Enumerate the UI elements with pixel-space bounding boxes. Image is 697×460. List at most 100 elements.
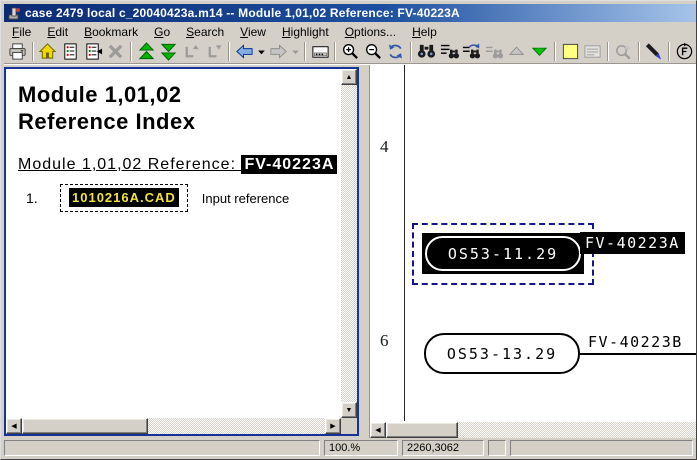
item-code-link[interactable]: 1010216A.CAD bbox=[69, 188, 179, 207]
forward-history-button[interactable] bbox=[290, 40, 301, 63]
zoom-level-panel: 100.% bbox=[324, 439, 398, 456]
menu-help[interactable]: Help bbox=[404, 24, 445, 40]
back-history-button[interactable] bbox=[256, 40, 267, 63]
menu-go[interactable]: Go bbox=[146, 24, 178, 40]
instrument-tag-pill-highlighted[interactable]: OS53-11.29 bbox=[425, 236, 581, 271]
module-reference-label: Module 1,01,02 Reference: bbox=[18, 156, 242, 173]
annotations-button[interactable] bbox=[581, 40, 604, 63]
find-highlight-button[interactable] bbox=[483, 40, 506, 63]
zoom-out-button[interactable] bbox=[362, 40, 385, 63]
menu-bookmark[interactable]: Bookmark bbox=[76, 24, 146, 40]
grid-row-label-4: 4 bbox=[380, 137, 389, 156]
toolbar bbox=[4, 40, 696, 64]
go-top-button[interactable] bbox=[135, 40, 158, 63]
toolbar-separator bbox=[607, 42, 610, 61]
menu-view[interactable]: View bbox=[232, 24, 274, 40]
previous-match-button[interactable] bbox=[506, 40, 529, 63]
toolbar-separator bbox=[668, 42, 671, 61]
zoom-tool-icon bbox=[615, 44, 631, 60]
refresh-button[interactable] bbox=[385, 40, 408, 63]
scroll-thumb[interactable] bbox=[22, 418, 148, 434]
menu-file[interactable]: File bbox=[4, 24, 39, 40]
find-again-button[interactable] bbox=[460, 40, 483, 63]
item-selection-box[interactable]: 1010216A.CAD bbox=[60, 184, 188, 212]
home-button[interactable] bbox=[37, 40, 60, 63]
up-triangle-icon bbox=[509, 46, 525, 55]
binoculars-gray-icon bbox=[485, 46, 503, 59]
forward-arrow-icon bbox=[270, 44, 287, 59]
coordinates-panel: 2260,3062 bbox=[402, 439, 484, 456]
index-heading-line2: Reference Index bbox=[18, 109, 196, 134]
next-match-button[interactable] bbox=[528, 40, 551, 63]
zoom-in-icon bbox=[343, 43, 359, 59]
item-description: Input reference bbox=[201, 190, 290, 206]
menu-edit[interactable]: Edit bbox=[39, 24, 76, 40]
markup-pen-button[interactable] bbox=[643, 40, 666, 63]
scroll-right-button[interactable]: ▶ bbox=[325, 418, 341, 434]
markup-pen-icon bbox=[646, 43, 662, 60]
label-previous-button[interactable] bbox=[180, 40, 203, 63]
scroll-track[interactable] bbox=[341, 85, 357, 402]
instrument-tag-pill[interactable]: OS53-13.29 bbox=[424, 333, 580, 374]
print-button[interactable] bbox=[6, 40, 29, 63]
find-button[interactable] bbox=[415, 40, 438, 63]
main-area: Module 1,01,02 Reference Index Module 1,… bbox=[1, 65, 696, 438]
reference-index-button[interactable] bbox=[59, 40, 82, 63]
home-icon bbox=[39, 43, 57, 59]
window-icon bbox=[311, 46, 329, 58]
status-right-panel bbox=[510, 439, 693, 456]
scroll-left-button[interactable]: ◀ bbox=[370, 422, 386, 438]
left-pane-vertical-scrollbar[interactable]: ▲ ▼ bbox=[341, 69, 357, 418]
view-window-button[interactable] bbox=[309, 40, 332, 63]
find-again-icon bbox=[463, 43, 481, 59]
toolbar-separator bbox=[637, 42, 640, 61]
find-in-list-button[interactable] bbox=[438, 40, 461, 63]
label-next-button[interactable] bbox=[203, 40, 226, 63]
status-small-panel bbox=[488, 439, 506, 456]
back-arrow-icon bbox=[236, 44, 253, 59]
remove-button[interactable] bbox=[104, 40, 127, 63]
status-bar: 100.% 2260,3062 bbox=[1, 438, 696, 457]
leader-line bbox=[578, 353, 696, 355]
down-triangle-icon bbox=[531, 47, 548, 56]
scroll-left-button[interactable]: ◀ bbox=[6, 418, 22, 434]
forward-button[interactable] bbox=[267, 40, 290, 63]
window-title: case 2479 local c_20040423a.m14 -- Modul… bbox=[25, 6, 460, 20]
app-icon bbox=[8, 7, 20, 20]
scroll-up-button[interactable]: ▲ bbox=[341, 69, 357, 85]
toolbar-separator bbox=[31, 42, 34, 61]
menu-highlight[interactable]: Highlight bbox=[274, 24, 337, 40]
reference-index-return-button[interactable] bbox=[82, 40, 105, 63]
print-icon bbox=[9, 43, 26, 60]
toolbar-separator bbox=[228, 42, 231, 61]
double-down-arrow-icon bbox=[161, 43, 177, 61]
rotate-button[interactable] bbox=[673, 40, 696, 63]
highlighted-element-marquee[interactable]: OS53-11.29 bbox=[412, 223, 594, 285]
reference-label[interactable]: FV-40223B bbox=[588, 333, 683, 351]
chevron-down-icon bbox=[258, 50, 265, 55]
go-bottom-button[interactable] bbox=[158, 40, 181, 63]
scroll-down-button[interactable]: ▼ bbox=[341, 402, 357, 418]
zoom-tool-button[interactable] bbox=[612, 40, 635, 63]
toolbar-separator bbox=[334, 42, 337, 61]
menu-options[interactable]: Options... bbox=[337, 24, 404, 40]
scroll-thumb[interactable] bbox=[386, 422, 458, 438]
left-pane-horizontal-scrollbar[interactable]: ◀ ▶ bbox=[6, 418, 341, 434]
chevron-down-icon bbox=[291, 50, 299, 55]
menu-search[interactable]: Search bbox=[178, 24, 232, 40]
zoom-in-button[interactable] bbox=[339, 40, 362, 63]
highlight-fill[interactable]: OS53-11.29 bbox=[422, 233, 584, 274]
reference-index-content: Module 1,01,02 Reference Index Module 1,… bbox=[6, 69, 341, 418]
drawing-pane-horizontal-scrollbar[interactable]: ◀ bbox=[370, 422, 696, 438]
back-button[interactable] bbox=[233, 40, 256, 63]
rotate-f-icon bbox=[676, 42, 693, 60]
module-reference-line: Module 1,01,02 Reference: FV-40223A bbox=[18, 155, 341, 174]
index-heading-line1: Module 1,01,02 bbox=[18, 82, 182, 107]
item-index: 1. bbox=[26, 190, 38, 206]
annotations-icon bbox=[584, 45, 601, 58]
highlight-color-button[interactable] bbox=[559, 40, 582, 63]
title-bar[interactable]: case 2479 local c_20040423a.m14 -- Modul… bbox=[4, 4, 696, 22]
highlight-color-swatch-icon bbox=[562, 43, 578, 60]
reference-label-highlighted[interactable]: FV-40223A bbox=[580, 232, 685, 254]
label-down-icon bbox=[208, 45, 222, 58]
